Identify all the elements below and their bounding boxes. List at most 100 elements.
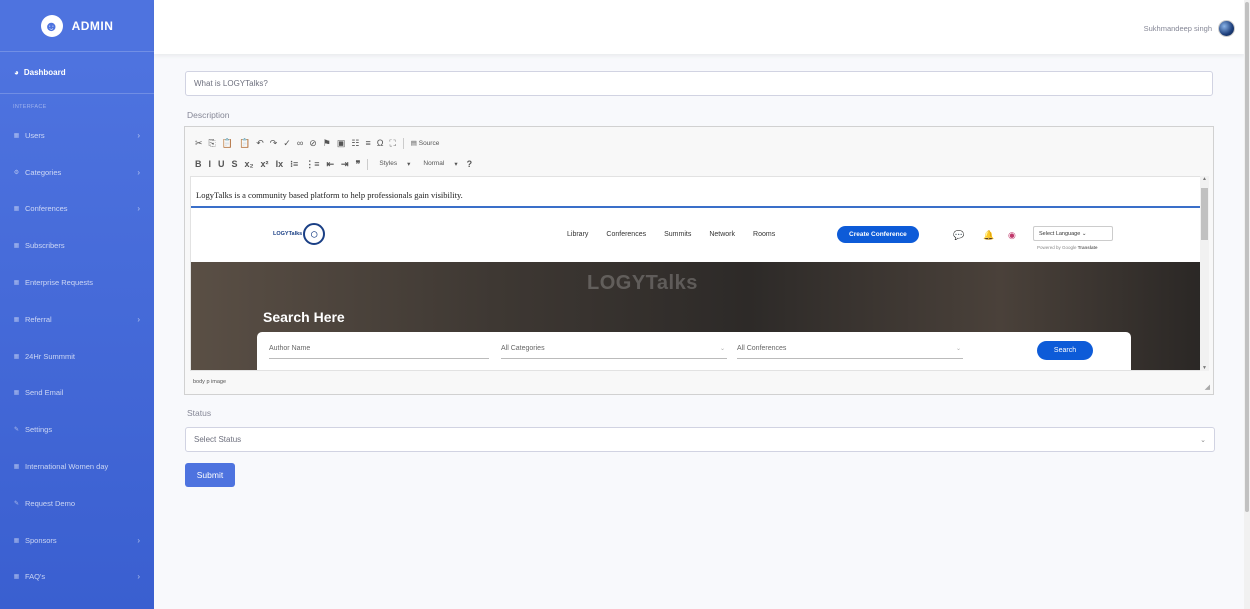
toolbar-button[interactable]: ⎘ bbox=[209, 138, 216, 149]
author-name-input[interactable]: Author Name bbox=[269, 345, 489, 359]
sidebar-item-subscribers[interactable]: ▦ Subscribers bbox=[0, 227, 154, 264]
toolbar-button[interactable]: ⁝≡ bbox=[290, 159, 298, 170]
help-button[interactable]: ? bbox=[467, 159, 473, 169]
scroll-down-icon[interactable]: ▼ bbox=[1202, 365, 1207, 371]
toolbar-button[interactable]: I bbox=[209, 159, 212, 170]
sidebar-item-users[interactable]: ▦ Users › bbox=[0, 117, 154, 154]
sidebar-item-faq-s[interactable]: ▦ FAQ's › bbox=[0, 559, 154, 596]
brand-label: ADMIN bbox=[71, 18, 114, 33]
sidebar-item-international-women-day[interactable]: ▦ International Women day bbox=[0, 448, 154, 485]
sidebar-nav-list: ▦ Users › ⚙ Categories › ▦ Conferences › ▦ Subscri… bbox=[0, 117, 154, 609]
sidebar-item-request-demo[interactable]: ✎ Request Demo bbox=[0, 485, 154, 522]
chat-icon[interactable]: 💬 bbox=[953, 230, 964, 241]
toolbar-button[interactable]: ❞ bbox=[356, 159, 361, 170]
conferences-select[interactable]: All Conferences ⌄ bbox=[737, 345, 963, 359]
sidebar-item-label: Settings bbox=[25, 425, 53, 435]
hero-title: Search Here bbox=[263, 309, 345, 325]
chevron-down-icon: ▾ bbox=[454, 161, 458, 168]
toolbar-button[interactable]: 📋 bbox=[222, 138, 233, 149]
toolbar-button[interactable]: ⋮≡ bbox=[305, 159, 319, 170]
toolbar-button[interactable]: S bbox=[232, 159, 238, 170]
chevron-right-icon: › bbox=[137, 535, 140, 545]
toolbar-button[interactable]: ⛶ bbox=[389, 138, 395, 149]
toolbar-button[interactable]: U bbox=[218, 159, 225, 170]
toolbar-button[interactable]: ☷ bbox=[351, 138, 359, 149]
page-scroll-thumb[interactable] bbox=[1245, 2, 1249, 512]
sidebar-item-settings[interactable]: ✎ Settings bbox=[0, 411, 154, 448]
title-input[interactable]: What is LOGYTalks? bbox=[185, 71, 1213, 96]
element-path: body p image bbox=[193, 379, 227, 385]
editor-scrollbar[interactable]: ▲ ▼ bbox=[1200, 176, 1209, 371]
sidebar-item-sponsors[interactable]: ▦ Sponsors › bbox=[0, 522, 154, 559]
chevron-right-icon: › bbox=[137, 130, 140, 140]
toolbar-button[interactable]: ↷ bbox=[270, 138, 278, 149]
status-select[interactable]: Select Status ⌄ bbox=[185, 427, 1215, 452]
toolbar-button[interactable]: ✂ bbox=[195, 138, 203, 149]
toolbar-button[interactable]: ⇤ bbox=[326, 159, 334, 170]
site-nav-links: Library Conferences Summits Network Rooms bbox=[567, 231, 775, 238]
toolbar-button[interactable]: ∞ bbox=[297, 138, 303, 149]
smile-logo-icon: ☻ bbox=[40, 14, 63, 37]
sidebar-item-categories[interactable]: ⚙ Categories › bbox=[0, 154, 154, 191]
site-nav-link[interactable]: Summits bbox=[664, 231, 691, 238]
site-nav-link[interactable]: Library bbox=[567, 231, 588, 238]
sidebar-item-referral[interactable]: ▦ Referral › bbox=[0, 301, 154, 338]
description-label: Description bbox=[187, 110, 230, 120]
resize-handle-icon[interactable]: ◢ bbox=[1205, 383, 1210, 391]
profile-icon[interactable]: ◉ bbox=[1008, 230, 1016, 241]
table-icon: ▦ bbox=[13, 353, 20, 360]
site-nav-link[interactable]: Rooms bbox=[753, 231, 775, 238]
language-select[interactable]: Select Language ⌄ bbox=[1033, 226, 1113, 241]
scroll-up-icon[interactable]: ▲ bbox=[1202, 176, 1207, 182]
site-nav-link[interactable]: Conferences bbox=[606, 231, 646, 238]
status-placeholder: Select Status bbox=[194, 435, 242, 444]
sidebar-item-summits[interactable]: ▦Summits› bbox=[0, 595, 154, 609]
editor-scroll-thumb[interactable] bbox=[1201, 188, 1208, 240]
source-label: Source bbox=[418, 140, 440, 147]
format-dropdown[interactable]: Normal ▾ bbox=[419, 160, 461, 168]
toolbar-button[interactable]: Ix bbox=[276, 159, 284, 170]
toolbar-separator bbox=[367, 158, 369, 170]
powered-by: Powered by Google Translate bbox=[1037, 245, 1098, 250]
toolbar-button[interactable]: ⚑ bbox=[323, 138, 331, 149]
toolbar-button[interactable]: ⊘ bbox=[309, 138, 317, 149]
toolbar-button[interactable]: x₂ bbox=[245, 159, 254, 170]
toolbar-buttons-1: ✂ ⎘ 📋 📋 ↶ ↷ ✓ ∞ ⊘ ⚑ ▣ ☷ ≡ Ω ⛶ bbox=[195, 138, 396, 149]
chevron-right-icon: › bbox=[137, 572, 140, 582]
sidebar: ☻ ADMIN ◕ Dashboard INTERFACE ▦ Users › ⚙ Ca… bbox=[0, 0, 154, 609]
sidebar-item-label: Sponsors bbox=[25, 535, 57, 545]
sidebar-item-dashboard[interactable]: ◕ Dashboard bbox=[0, 52, 154, 94]
user-menu[interactable]: Sukhmandeep singh bbox=[1144, 20, 1235, 37]
toolbar-button[interactable]: ↶ bbox=[256, 138, 264, 149]
sidebar-item-24hr-summmit[interactable]: ▦ 24Hr Summmit bbox=[0, 338, 154, 375]
create-conference-button[interactable]: Create Conference bbox=[837, 226, 919, 243]
editor-content-area[interactable]: LogyTalks is a community based platform … bbox=[190, 176, 1202, 371]
toolbar-button[interactable]: B bbox=[195, 159, 202, 170]
submit-button[interactable]: Submit bbox=[185, 463, 235, 487]
source-button[interactable]: ▤ Source bbox=[411, 139, 440, 147]
sidebar-brand[interactable]: ☻ ADMIN bbox=[0, 0, 154, 52]
toolbar-button[interactable]: 📋 bbox=[239, 138, 250, 149]
powered-label: Powered by bbox=[1037, 245, 1061, 250]
sidebar-item-conferences[interactable]: ▦ Conferences › bbox=[0, 191, 154, 228]
bell-icon[interactable]: 🔔 bbox=[983, 230, 994, 241]
table-icon: ▦ bbox=[13, 206, 20, 213]
toolbar-button[interactable]: ▣ bbox=[337, 138, 346, 149]
sidebar-item-label: Categories bbox=[25, 167, 62, 177]
sidebar-item-enterprise-requests[interactable]: ▦ Enterprise Requests bbox=[0, 264, 154, 301]
chat-bubble-logo-icon: ◯ bbox=[303, 223, 326, 245]
sidebar-item-label: 24Hr Summmit bbox=[25, 351, 76, 361]
toolbar-button[interactable]: x² bbox=[261, 159, 269, 170]
page-scrollbar[interactable] bbox=[1244, 0, 1250, 609]
styles-dropdown[interactable]: Styles ▾ bbox=[375, 160, 414, 168]
toolbar-button[interactable]: ≡ bbox=[365, 138, 370, 149]
categories-select[interactable]: All Categories ⌄ bbox=[501, 345, 727, 359]
sidebar-item-send-email[interactable]: ▦ Send Email bbox=[0, 375, 154, 412]
table-icon: ▦ bbox=[13, 464, 20, 471]
toolbar-button[interactable]: ✓ bbox=[283, 138, 291, 149]
site-nav-link[interactable]: Network bbox=[709, 231, 735, 238]
toolbar-button[interactable]: ⇥ bbox=[341, 159, 349, 170]
editor-toolbar-row-1: ✂ ⎘ 📋 📋 ↶ ↷ ✓ ∞ ⊘ ⚑ ▣ ☷ ≡ Ω ⛶ ▤ Source bbox=[185, 134, 1213, 152]
search-button[interactable]: Search bbox=[1037, 341, 1093, 360]
toolbar-button[interactable]: Ω bbox=[377, 138, 384, 149]
